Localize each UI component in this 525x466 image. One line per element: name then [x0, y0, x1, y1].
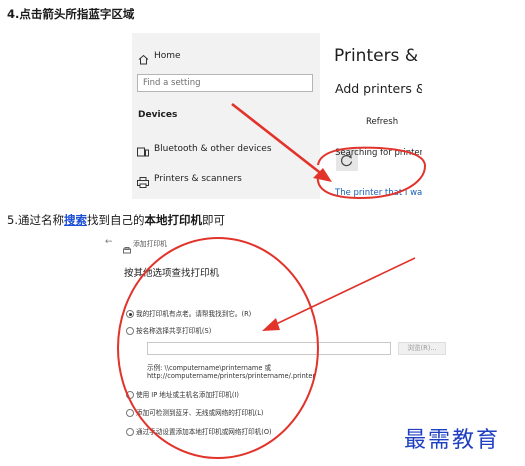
dialog-heading: 按其他选项查找打印机 [124, 268, 220, 279]
step-5-suffix: 即可 [201, 213, 225, 227]
step-5-middle: 找到自己的 [86, 213, 145, 227]
back-icon[interactable]: ← [105, 237, 113, 247]
settings-screenshot: Home Find a setting Devices Bluetooth & … [132, 33, 422, 199]
radio-old-printer[interactable] [126, 310, 134, 318]
search-link[interactable]: 搜索 [64, 213, 87, 227]
radio-shared-printer[interactable] [126, 327, 134, 335]
step-4-caption: 4.点击箭头所指蓝字区域 [7, 7, 135, 21]
option-old-printer-label: 我的打印机有点老。请帮我找到它。(R) [136, 310, 252, 318]
refresh-label[interactable]: Refresh [366, 117, 398, 127]
sidebar-item-printers[interactable]: Printers & scanners [154, 174, 242, 184]
settings-sidebar: Home Find a setting Devices Bluetooth & … [132, 33, 320, 199]
option-manual-local-label: 通过手动设置添加本地打印机或网络打印机(O) [136, 428, 272, 436]
find-setting-input[interactable]: Find a setting [137, 74, 313, 92]
step-5-prefix: 5.通过名称 [7, 213, 64, 227]
watermark-text: 最需教育 [404, 428, 501, 453]
example-line-2: http://computername/printers/printername… [147, 372, 316, 380]
sidebar-section-devices: Devices [138, 110, 178, 120]
add-printers-heading: Add printers & s [335, 81, 422, 96]
option-shared-printer-label: 按名称选择共享打印机(S) [136, 327, 212, 335]
find-setting-placeholder: Find a setting [143, 78, 201, 88]
bluetooth-devices-icon [137, 143, 149, 162]
printer-icon [137, 173, 149, 192]
printer-window-icon [123, 239, 131, 258]
sidebar-home-label[interactable]: Home [154, 51, 181, 61]
step-5-bold: 本地打印机 [144, 213, 202, 227]
printers-page-title: Printers & sc [334, 46, 422, 66]
step-5-caption: 5.通过名称搜索找到自己的本地打印机即可 [7, 212, 225, 228]
example-line-1: 示例: \\computername\printername 或 [147, 364, 272, 372]
shared-printer-name-input[interactable] [147, 342, 391, 355]
option-ip-address-label: 使用 IP 地址或主机名添加打印机(I) [136, 391, 239, 399]
sidebar-item-bluetooth[interactable]: Bluetooth & other devices [154, 144, 272, 154]
add-printer-screenshot: ← 添加打印机 按其他选项查找打印机 我的打印机有点老。请帮我找到它。(R) 按… [95, 233, 446, 461]
browse-button[interactable]: 浏览(R)... [398, 342, 446, 355]
dialog-window-title: 添加打印机 [133, 240, 167, 248]
searching-status: Searching for printers a [335, 148, 422, 158]
radio-bluetooth-wireless[interactable] [126, 409, 134, 417]
home-icon [138, 50, 149, 69]
option-bluetooth-wireless-label: 添加可检测到蓝牙、无线或网络的打印机(L) [136, 409, 264, 417]
radio-manual-local[interactable] [126, 428, 134, 436]
radio-ip-address[interactable] [126, 391, 134, 399]
printer-not-listed-link[interactable]: The printer that I want [335, 188, 422, 198]
